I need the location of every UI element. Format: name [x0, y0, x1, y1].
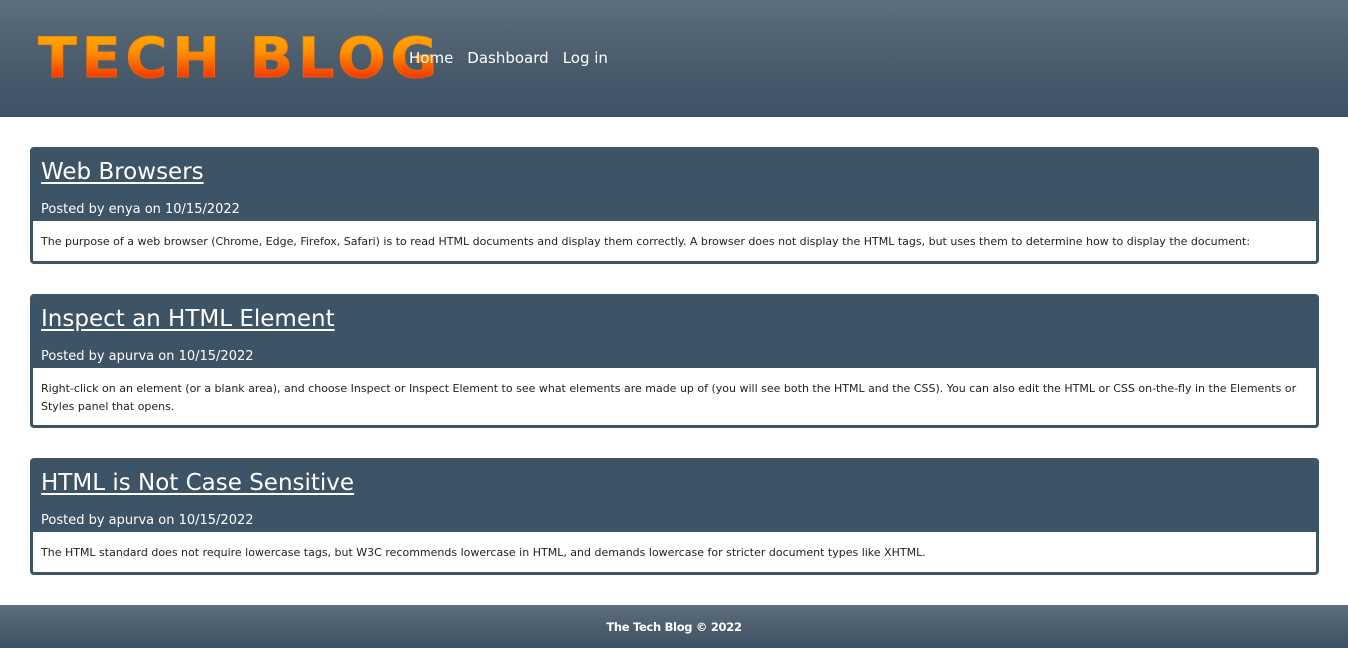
nav-link-dashboard[interactable]: Dashboard [467, 48, 548, 68]
post-meta: Posted by apurva on 10/15/2022 [41, 513, 254, 528]
post-title-link[interactable]: Web Browsers [41, 157, 1308, 187]
post-card: Web Browsers Posted by enya on 10/15/202… [30, 147, 1319, 264]
post-body: The HTML standard does not require lower… [41, 546, 926, 559]
footer-copyright: The Tech Blog © 2022 [606, 620, 742, 634]
post-meta: Posted by enya on 10/15/2022 [41, 202, 240, 217]
nav-link-login[interactable]: Log in [563, 48, 608, 68]
post-header: HTML is Not Case Sensitive Posted by apu… [33, 461, 1316, 532]
site-header: TECH BLOG Home Dashboard Log in [0, 0, 1348, 117]
post-card: Inspect an HTML Element Posted by apurva… [30, 294, 1319, 428]
site-footer: The Tech Blog © 2022 [0, 605, 1348, 648]
post-header: Inspect an HTML Element Posted by apurva… [33, 297, 1316, 368]
post-body: The purpose of a web browser (Chrome, Ed… [41, 235, 1251, 248]
post-title-link[interactable]: HTML is Not Case Sensitive [41, 468, 1308, 498]
main-nav: Home Dashboard Log in [409, 48, 608, 68]
post-card: HTML is Not Case Sensitive Posted by apu… [30, 458, 1319, 575]
nav-link-home[interactable]: Home [409, 48, 453, 68]
site-logo[interactable]: TECH BLOG [37, 28, 442, 89]
post-header: Web Browsers Posted by enya on 10/15/202… [33, 150, 1316, 221]
post-title-link[interactable]: Inspect an HTML Element [41, 304, 1308, 334]
post-body: Right-click on an element (or a blank ar… [41, 382, 1297, 413]
post-meta: Posted by apurva on 10/15/2022 [41, 349, 254, 364]
